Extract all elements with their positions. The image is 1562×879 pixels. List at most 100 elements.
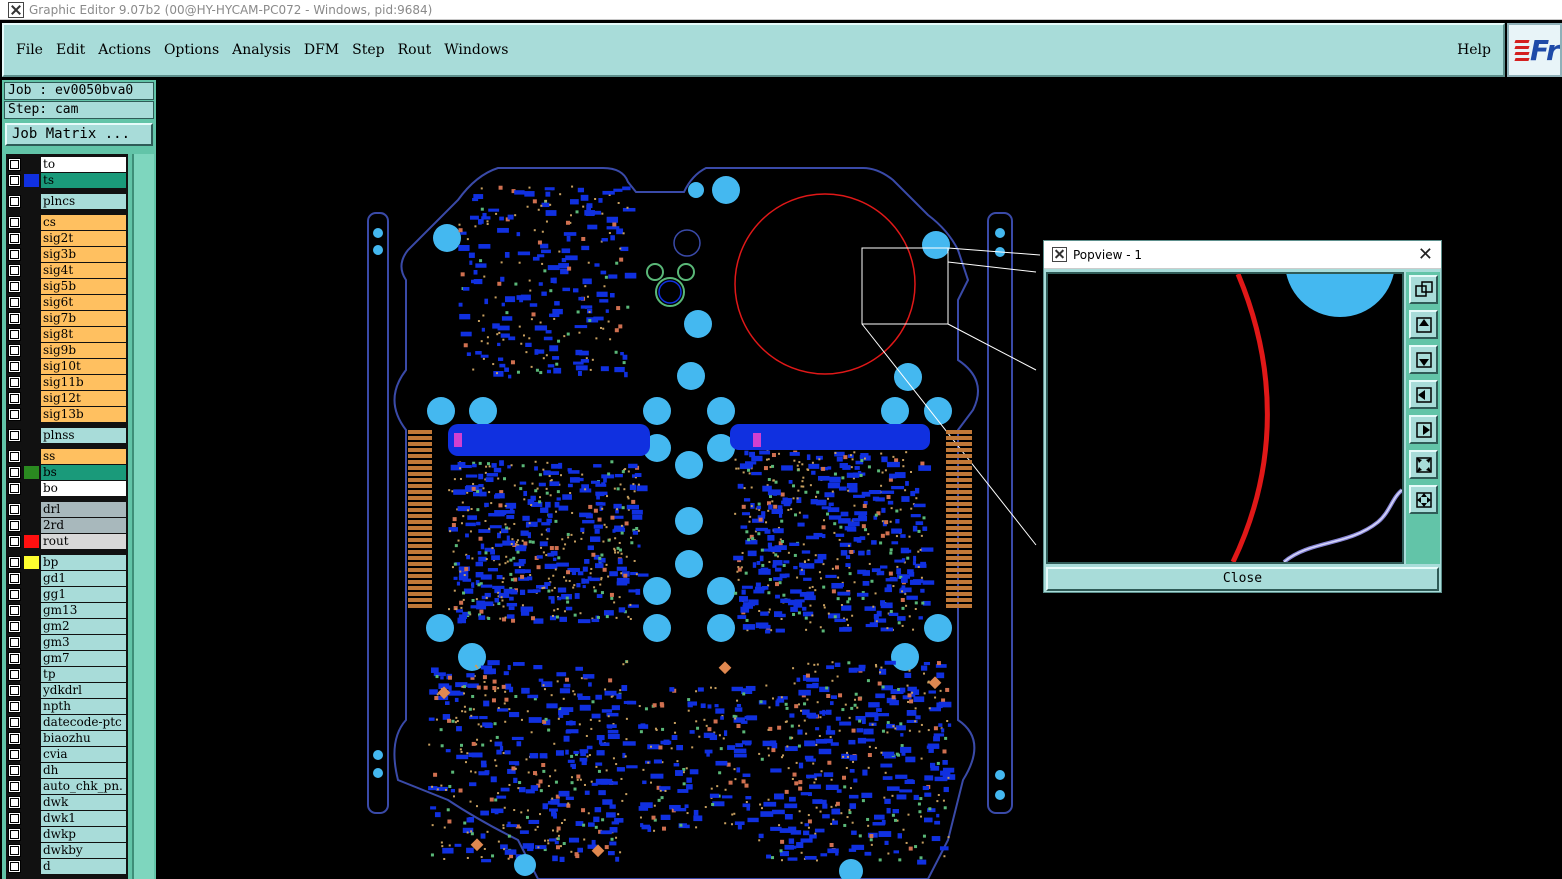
layer-name-label[interactable]: sig2t (41, 231, 126, 246)
layer-checkbox[interactable] (8, 700, 21, 713)
zoom-fit-button[interactable] (1409, 450, 1438, 479)
layer-name-label[interactable]: sig7b (41, 311, 126, 326)
layer-color-swatch[interactable] (24, 604, 39, 617)
layer-color-swatch[interactable] (24, 732, 39, 745)
popview-close-button[interactable]: Close (1046, 567, 1439, 591)
layer-name-label[interactable]: to (41, 157, 126, 172)
layer-color-swatch[interactable] (24, 195, 39, 208)
menu-actions[interactable]: Actions (98, 42, 151, 58)
layer-name-label[interactable]: dwkp (41, 827, 126, 842)
layer-color-swatch[interactable] (24, 450, 39, 463)
layer-color-swatch[interactable] (24, 248, 39, 261)
layer-row-ydkdrl[interactable]: ydkdrl (6, 683, 128, 698)
layer-checkbox[interactable] (8, 296, 21, 309)
layer-checkbox[interactable] (8, 450, 21, 463)
layer-color-swatch[interactable] (24, 572, 39, 585)
layer-checkbox[interactable] (8, 376, 21, 389)
layer-name-label[interactable]: ss (41, 449, 126, 464)
layer-name-label[interactable]: plnss (41, 428, 126, 443)
layer-color-swatch[interactable] (24, 652, 39, 665)
layer-checkbox[interactable] (8, 588, 21, 601)
layer-row-gm7[interactable]: gm7 (6, 651, 128, 666)
layer-color-swatch[interactable] (24, 328, 39, 341)
layer-color-swatch[interactable] (24, 812, 39, 825)
layer-name-label[interactable]: dh (41, 763, 126, 778)
layer-checkbox[interactable] (8, 195, 21, 208)
layer-checkbox[interactable] (8, 572, 21, 585)
layer-color-swatch[interactable] (24, 716, 39, 729)
pan-up-button[interactable] (1409, 310, 1438, 339)
layer-name-label[interactable]: 2rd (41, 518, 126, 533)
layer-checkbox[interactable] (8, 684, 21, 697)
layer-name-label[interactable]: plncs (41, 194, 126, 209)
layer-row-sig2t[interactable]: sig2t (6, 231, 128, 246)
layer-row-sig12t[interactable]: sig12t (6, 391, 128, 406)
layer-row-sig8t[interactable]: sig8t (6, 327, 128, 342)
layer-name-label[interactable]: bp (41, 555, 126, 570)
layer-name-label[interactable]: gm2 (41, 619, 126, 634)
layer-name-label[interactable]: dwk1 (41, 811, 126, 826)
layer-row-sig9b[interactable]: sig9b (6, 343, 128, 358)
layer-checkbox[interactable] (8, 796, 21, 809)
layer-row-d[interactable]: d (6, 859, 128, 874)
layer-name-label[interactable]: sig12t (41, 391, 126, 406)
layer-color-swatch[interactable] (24, 748, 39, 761)
menu-file[interactable]: File (16, 42, 43, 58)
layer-color-swatch[interactable] (24, 408, 39, 421)
menu-help[interactable]: Help (1457, 42, 1491, 58)
layer-row-bp[interactable]: bp (6, 555, 128, 570)
layer-name-label[interactable]: gg1 (41, 587, 126, 602)
zoom-center-button[interactable] (1409, 485, 1438, 514)
layer-checkbox[interactable] (8, 748, 21, 761)
layer-checkbox[interactable] (8, 264, 21, 277)
layer-row-dwkby[interactable]: dwkby (6, 843, 128, 858)
layer-row-gm2[interactable]: gm2 (6, 619, 128, 634)
layer-name-label[interactable]: sig6t (41, 295, 126, 310)
layer-color-swatch[interactable] (24, 828, 39, 841)
layer-checkbox[interactable] (8, 174, 21, 187)
layer-color-swatch[interactable] (24, 684, 39, 697)
layer-checkbox[interactable] (8, 466, 21, 479)
pan-left-button[interactable] (1409, 380, 1438, 409)
layer-color-swatch[interactable] (24, 264, 39, 277)
layer-name-label[interactable]: sig3b (41, 247, 126, 262)
layer-color-swatch[interactable] (24, 860, 39, 873)
layer-color-swatch[interactable] (24, 503, 39, 516)
layer-checkbox[interactable] (8, 652, 21, 665)
pan-right-button[interactable] (1409, 415, 1438, 444)
layer-checkbox[interactable] (8, 482, 21, 495)
menu-step[interactable]: Step (352, 42, 384, 58)
layer-color-swatch[interactable] (24, 519, 39, 532)
layer-color-swatch[interactable] (24, 780, 39, 793)
layer-checkbox[interactable] (8, 429, 21, 442)
layer-row-npth[interactable]: npth (6, 699, 128, 714)
layer-row-rout[interactable]: rout (6, 534, 128, 549)
layer-row-gm13[interactable]: gm13 (6, 603, 128, 618)
menu-options[interactable]: Options (164, 42, 219, 58)
layer-color-swatch[interactable] (24, 844, 39, 857)
layer-color-swatch[interactable] (24, 668, 39, 681)
layer-color-swatch[interactable] (24, 392, 39, 405)
layer-name-label[interactable]: sig8t (41, 327, 126, 342)
layer-row-dwk[interactable]: dwk (6, 795, 128, 810)
layer-color-swatch[interactable] (24, 360, 39, 373)
layer-row-plnss[interactable]: plnss (6, 428, 128, 443)
layer-checkbox[interactable] (8, 604, 21, 617)
layer-color-swatch[interactable] (24, 232, 39, 245)
layer-name-label[interactable]: datecode-ptc (41, 715, 126, 730)
layer-name-label[interactable]: sig10t (41, 359, 126, 374)
layer-row-bo[interactable]: bo (6, 481, 128, 496)
layer-name-label[interactable]: gd1 (41, 571, 126, 586)
layer-color-swatch[interactable] (24, 588, 39, 601)
layer-checkbox[interactable] (8, 344, 21, 357)
menu-windows[interactable]: Windows (444, 42, 508, 58)
layer-name-label[interactable]: dwk (41, 795, 126, 810)
layer-checkbox[interactable] (8, 764, 21, 777)
layer-name-label[interactable]: drl (41, 502, 126, 517)
layer-color-swatch[interactable] (24, 556, 39, 569)
layer-name-label[interactable]: sig4t (41, 263, 126, 278)
zoom-box-button[interactable] (1409, 275, 1438, 304)
layer-checkbox[interactable] (8, 392, 21, 405)
pan-down-button[interactable] (1409, 345, 1438, 374)
layer-name-label[interactable]: bs (41, 465, 126, 480)
